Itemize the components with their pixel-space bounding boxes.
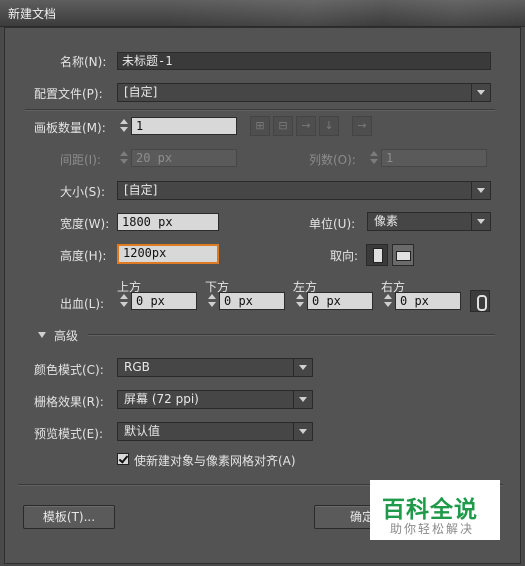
portrait-button[interactable] — [366, 244, 388, 266]
advanced-divider — [88, 334, 495, 336]
bleed-left-input[interactable]: 0 px — [307, 292, 373, 310]
grid-by-column-icon[interactable]: ⊟ — [273, 116, 293, 136]
title-bar: 新建文档 — [0, 0, 525, 27]
watermark-tagline: 助你轻松解决 — [390, 522, 475, 536]
height-label: 高度(H): — [60, 249, 107, 263]
spacing-label: 间距(I): — [60, 153, 101, 167]
spinner-down-icon — [296, 302, 304, 307]
bleed-bottom-stepper[interactable] — [205, 292, 219, 310]
chevron-down-icon — [293, 359, 312, 376]
height-input[interactable]: 1200px — [117, 244, 219, 264]
width-input[interactable]: 1800 px — [117, 213, 219, 231]
raster-effects-dropdown[interactable]: 屏幕 (72 ppi) — [117, 390, 313, 409]
title-bar-decoration — [170, 0, 525, 26]
profile-label: 配置文件(P): — [34, 87, 103, 101]
bleed-top-input[interactable]: 0 px — [131, 292, 197, 310]
width-label: 宽度(W): — [60, 217, 110, 231]
advanced-label[interactable]: 高级 — [54, 327, 78, 344]
size-value: [自定] — [124, 183, 158, 197]
color-mode-value: RGB — [124, 360, 150, 374]
color-mode-label: 颜色模式(C): — [34, 363, 104, 377]
artboards-input[interactable]: 1 — [131, 117, 237, 135]
align-pixel-checkbox[interactable] — [117, 453, 129, 465]
spinner-up-icon — [296, 294, 304, 299]
chevron-down-icon — [471, 84, 490, 101]
size-dropdown[interactable]: [自定] — [117, 181, 491, 200]
spinner-up-icon — [370, 151, 378, 156]
align-pixel-label[interactable]: 使新建对象与像素网格对齐(A) — [134, 452, 296, 469]
profile-value: [自定] — [124, 85, 158, 99]
divider — [25, 109, 495, 111]
spinner-down-icon — [120, 127, 128, 132]
columns-input[interactable]: 1 — [381, 149, 487, 167]
portrait-icon — [373, 248, 383, 263]
size-label: 大小(S): — [60, 185, 106, 199]
spinner-up-icon — [208, 294, 216, 299]
orientation-label: 取向: — [330, 249, 359, 263]
chevron-down-icon — [471, 213, 490, 230]
spacing-input[interactable]: 20 px — [131, 149, 237, 167]
landscape-icon — [396, 251, 411, 261]
collapse-triangle-icon[interactable] — [38, 332, 46, 338]
spinner-down-icon — [208, 302, 216, 307]
columns-label: 列数(O): — [309, 153, 356, 167]
spinner-up-icon — [120, 294, 128, 299]
bleed-bottom-input[interactable]: 0 px — [219, 292, 285, 310]
spinner-up-icon — [120, 151, 128, 156]
chevron-down-icon — [471, 182, 490, 199]
artboards-stepper[interactable] — [117, 117, 131, 135]
units-dropdown[interactable]: 像素 — [367, 212, 491, 231]
raster-effects-label: 栅格效果(R): — [34, 395, 104, 409]
name-label: 名称(N): — [60, 55, 107, 69]
template-button[interactable]: 模板(T)... — [23, 505, 115, 529]
spacing-stepper[interactable] — [117, 149, 131, 167]
preview-mode-dropdown[interactable]: 默认值 — [117, 422, 313, 441]
watermark-brand: 百科全说 — [382, 497, 478, 523]
bleed-top-stepper[interactable] — [117, 292, 131, 310]
columns-stepper[interactable] — [367, 149, 381, 167]
chevron-down-icon — [293, 391, 312, 408]
bleed-right-input[interactable]: 0 px — [395, 292, 461, 310]
spinner-down-icon — [384, 302, 392, 307]
watermark: 百科全说 助你轻松解决 — [370, 480, 500, 540]
spinner-down-icon — [370, 159, 378, 164]
spinner-up-icon — [384, 294, 392, 299]
units-value: 像素 — [374, 214, 399, 228]
color-mode-dropdown[interactable]: RGB — [117, 358, 313, 377]
right-to-left-icon[interactable]: → — [352, 116, 372, 136]
window-title: 新建文档 — [8, 7, 57, 21]
preview-mode-value: 默认值 — [124, 424, 161, 438]
arrange-by-row-icon[interactable]: → — [296, 116, 316, 136]
artboards-label: 画板数量(M): — [34, 121, 106, 135]
raster-effects-value: 屏幕 (72 ppi) — [124, 392, 199, 406]
preview-mode-label: 预览模式(E): — [34, 427, 103, 441]
arrange-by-column-icon[interactable]: ↓ — [319, 116, 339, 136]
grid-by-row-icon[interactable]: ⊞ — [250, 116, 270, 136]
spinner-up-icon — [120, 119, 128, 124]
profile-dropdown[interactable]: [自定] — [117, 83, 491, 102]
units-label: 单位(U): — [309, 217, 356, 231]
bleed-left-stepper[interactable] — [293, 292, 307, 310]
chevron-down-icon — [293, 423, 312, 440]
landscape-button[interactable] — [392, 244, 414, 266]
spinner-down-icon — [120, 159, 128, 164]
bleed-label: 出血(L): — [60, 297, 105, 311]
spinner-down-icon — [120, 302, 128, 307]
link-icon[interactable] — [470, 290, 490, 312]
name-input[interactable]: 未标题-1 — [117, 52, 491, 70]
bleed-right-stepper[interactable] — [381, 292, 395, 310]
